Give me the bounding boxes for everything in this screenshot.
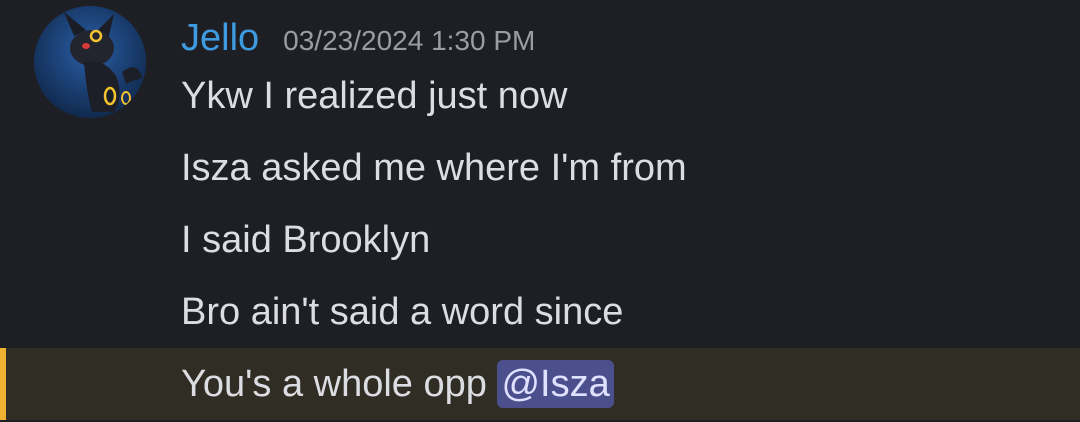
user-mention[interactable]: @Isza bbox=[497, 360, 614, 408]
message-line: Ykw I realized just now bbox=[0, 60, 1080, 132]
message-text: Ykw I realized just now bbox=[181, 75, 568, 117]
message-text: Isza asked me where I'm from bbox=[181, 147, 687, 189]
mention-highlight-bar bbox=[0, 348, 6, 420]
chat-message-group: Jello 03/23/2024 1:30 PM Ykw I realized … bbox=[0, 0, 1080, 422]
message-line: I said Brooklyn bbox=[0, 204, 1080, 276]
message-text-with-mention: You's a whole opp @Isza bbox=[181, 348, 614, 420]
message-text: Bro ain't said a word since bbox=[181, 291, 624, 333]
message-timestamp: 03/23/2024 1:30 PM bbox=[283, 25, 536, 56]
message-text: I said Brooklyn bbox=[181, 219, 431, 261]
message-header: Jello 03/23/2024 1:30 PM bbox=[181, 14, 535, 62]
message-line: Bro ain't said a word since bbox=[0, 276, 1080, 348]
username[interactable]: Jello bbox=[181, 14, 259, 62]
message-line: Isza asked me where I'm from bbox=[0, 132, 1080, 204]
message-text: You's a whole opp bbox=[181, 363, 498, 405]
message-line-mentioned: You's a whole opp @Isza bbox=[0, 348, 1080, 420]
